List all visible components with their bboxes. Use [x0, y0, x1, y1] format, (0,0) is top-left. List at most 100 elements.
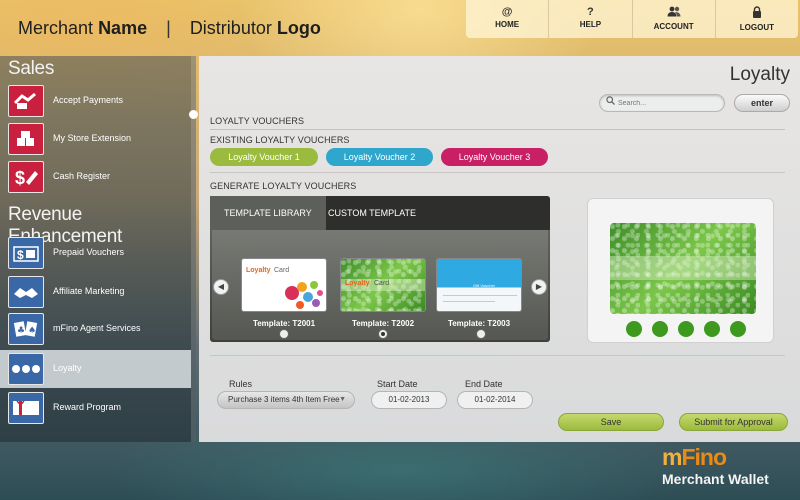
sidebar-item-accept-payments[interactable]: Accept Payments: [0, 82, 191, 120]
card-title: Card: [374, 280, 390, 287]
tab-custom-template[interactable]: CUSTOM TEMPLATE: [328, 196, 416, 230]
color-option-dot[interactable]: [626, 321, 642, 337]
loyalty-voucher-3-button[interactable]: Loyalty Voucher 3: [441, 148, 548, 166]
card-title-bold: Loyalty: [345, 280, 370, 287]
template-radio-t2002[interactable]: [378, 329, 388, 339]
reward-ribbon-icon: [8, 392, 44, 424]
card-line: [443, 301, 495, 302]
start-date-label: Start Date: [377, 379, 418, 389]
rules-value: Purchase 3 items 4th Item Free: [228, 395, 340, 404]
template-card-t2002[interactable]: Loyalty Card: [340, 258, 426, 312]
at-icon: @: [501, 6, 513, 18]
template-radio-t2003[interactable]: [476, 329, 486, 339]
nav-logout[interactable]: LOGOUT: [716, 0, 798, 38]
sidebar: Sales Accept Payments My Store Extension…: [0, 56, 196, 442]
gift-voucher-icon: $: [8, 237, 44, 269]
preview-card: [610, 223, 756, 314]
start-date-field[interactable]: 01-02-2013: [371, 391, 447, 409]
logo-m: m: [662, 444, 682, 470]
nav-home-label: HOME: [495, 20, 520, 29]
card-title-bold: Loyalty: [246, 267, 271, 274]
loyalty-vouchers-heading: LOYALTY VOUCHERS: [210, 116, 305, 126]
nav-account-label: ACCOUNT: [653, 22, 694, 31]
loyalty-voucher-2-button[interactable]: Loyalty Voucher 2: [326, 148, 433, 166]
nav-account[interactable]: ACCOUNT: [633, 0, 716, 38]
color-option-dot[interactable]: [730, 321, 746, 337]
nav-logout-label: LOGOUT: [739, 23, 774, 32]
card-line: [443, 295, 517, 296]
distributor-logo: Logo: [276, 18, 321, 38]
sidebar-item-my-store-extension[interactable]: My Store Extension: [0, 120, 191, 158]
color-option-dot[interactable]: [652, 321, 668, 337]
generate-vouchers-heading: GENERATE LOYALTY VOUCHERS: [210, 181, 357, 191]
sidebar-item-prepaid-vouchers[interactable]: $ Prepaid Vouchers: [0, 234, 191, 272]
card-title: Gift Voucher: [473, 283, 496, 288]
carousel-next-button[interactable]: ▶: [531, 279, 547, 295]
submit-for-approval-button[interactable]: Submit for Approval: [679, 413, 788, 431]
divider: [210, 355, 785, 356]
svg-text:$: $: [17, 248, 24, 262]
brand-text: Merchant Name | Distributor Logo: [18, 18, 321, 39]
search-box[interactable]: [599, 94, 725, 112]
sidebar-item-label: Reward Program: [53, 402, 122, 412]
sidebar-item-label: Accept Payments: [53, 95, 124, 105]
sidebar-item-label: Cash Register: [53, 171, 111, 181]
sidebar-item-cash-register[interactable]: $ Cash Register: [0, 158, 191, 196]
template-card-t2001[interactable]: Loyalty Card: [241, 258, 327, 312]
lock-icon: [716, 6, 798, 21]
sidebar-item-label: Loyalty: [53, 363, 82, 373]
template-name-t2001: Template: T2001: [252, 319, 316, 328]
existing-vouchers-heading: EXISTING LOYALTY VOUCHERS: [210, 135, 350, 145]
rules-label: Rules: [229, 379, 253, 389]
save-button[interactable]: Save: [558, 413, 664, 431]
payments-icon: [8, 85, 44, 117]
sidebar-item-label: My Store Extension: [53, 133, 132, 143]
template-tabs: TEMPLATE LIBRARY CUSTOM TEMPLATE: [210, 196, 550, 230]
sales-section-title: Sales: [8, 58, 55, 79]
divider: [210, 129, 785, 130]
merchant-name: Name: [98, 18, 148, 38]
end-date-label: End Date: [465, 379, 503, 389]
template-radio-t2001[interactable]: [279, 329, 289, 339]
logo-rest: Fino: [681, 444, 727, 470]
merchant-prefix: Merchant: [18, 18, 94, 38]
preview-card-band: [610, 256, 756, 280]
template-name-t2003: Template: T2003: [447, 319, 511, 328]
header: Merchant Name | Distributor Logo @ HOME …: [0, 0, 800, 56]
nav-home[interactable]: @ HOME: [466, 0, 550, 38]
rules-dropdown[interactable]: Purchase 3 items 4th Item Free ▼: [217, 391, 355, 409]
end-date-field[interactable]: 01-02-2014: [457, 391, 533, 409]
mfino-logo: mFino: [662, 444, 727, 471]
cards-icon: ♣ ♠: [8, 313, 44, 345]
loyalty-dots-icon: [8, 353, 44, 385]
enter-button[interactable]: enter: [734, 94, 790, 112]
boxes-icon: [8, 123, 44, 155]
svg-text:♠: ♠: [28, 326, 36, 336]
sidebar-item-reward-program[interactable]: Reward Program: [0, 389, 191, 427]
main-panel: Loyalty enter LOYALTY VOUCHERS EXISTING …: [199, 56, 800, 442]
search-input[interactable]: [618, 97, 718, 110]
sidebar-scrollbar[interactable]: [189, 56, 198, 442]
svg-text:$: $: [15, 168, 25, 188]
scrollbar-thumb[interactable]: [189, 110, 198, 119]
users-icon: [633, 6, 715, 20]
sidebar-item-label: Affiliate Marketing: [53, 286, 125, 296]
color-option-dot[interactable]: [704, 321, 720, 337]
sidebar-item-label: Prepaid Vouchers: [53, 247, 125, 257]
tab-template-library[interactable]: TEMPLATE LIBRARY: [210, 196, 326, 230]
template-panel: TEMPLATE LIBRARY CUSTOM TEMPLATE ◀ ▶ Loy…: [210, 196, 550, 342]
carousel-prev-button[interactable]: ◀: [213, 279, 229, 295]
template-card-t2003[interactable]: Gift Voucher: [436, 258, 522, 312]
chevron-down-icon: ▼: [339, 396, 346, 403]
template-preview: [587, 198, 774, 343]
sidebar-item-affiliate-marketing[interactable]: Affiliate Marketing: [0, 273, 191, 311]
template-name-t2002: Template: T2002: [351, 319, 415, 328]
product-name: Merchant Wallet: [662, 471, 769, 487]
sidebar-item-mfino-agent-services[interactable]: ♣ ♠ mFino Agent Services: [0, 310, 191, 348]
loyalty-card-art: Loyalty Card: [246, 267, 323, 309]
question-icon: ?: [587, 6, 594, 18]
nav-help[interactable]: ? HELP: [549, 0, 633, 38]
loyalty-voucher-1-button[interactable]: Loyalty Voucher 1: [210, 148, 318, 166]
color-option-dot[interactable]: [678, 321, 694, 337]
sidebar-item-loyalty[interactable]: Loyalty: [0, 350, 191, 388]
